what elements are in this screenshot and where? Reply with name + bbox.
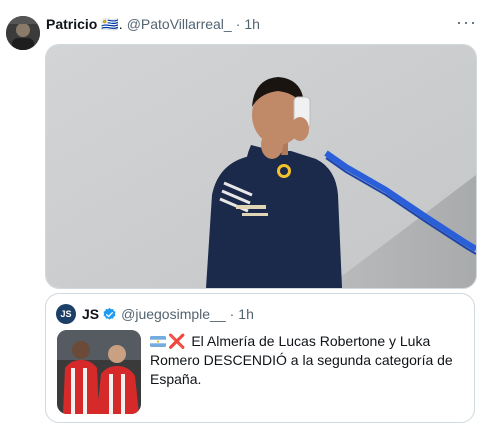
quoted-header-separator: · — [229, 306, 235, 322]
quoted-author-handle[interactable]: @juegosimple__ — [121, 306, 226, 322]
quoted-tweet-header: JS @juegosimple__ · 1h — [82, 304, 254, 324]
verified-badge-icon — [102, 307, 117, 322]
argentina-flag-icon — [150, 333, 166, 347]
tweet-media-photo[interactable] — [45, 44, 477, 289]
header-separator: · — [235, 16, 241, 32]
quoted-author-avatar[interactable]: JS — [56, 304, 76, 324]
author-name-flag: 🇺🇾. — [101, 15, 123, 32]
quoted-tweet-timestamp[interactable]: 1h — [238, 306, 254, 322]
cross-mark-icon: ❌ — [168, 333, 186, 349]
more-icon[interactable]: ··· — [456, 12, 477, 33]
quoted-tweet[interactable]: JS JS @juegosimple__ · 1h ❌ El Almería d… — [45, 293, 475, 423]
author-avatar[interactable] — [6, 16, 40, 50]
author-handle[interactable]: @PatoVillarreal_ — [127, 16, 232, 32]
quoted-author-name[interactable]: JS — [82, 306, 99, 322]
quoted-tweet-text: ❌ El Almería de Lucas Robertone y Luka R… — [150, 332, 468, 389]
quoted-tweet-body: El Almería de Lucas Robertone y Luka Rom… — [150, 333, 453, 387]
quoted-tweet-thumbnail[interactable] — [57, 330, 141, 414]
tweet-timestamp[interactable]: 1h — [244, 16, 260, 32]
tweet[interactable]: Patricio 🇺🇾. @PatoVillarreal_ · 1h ··· J… — [0, 0, 493, 430]
author-name[interactable]: Patricio — [46, 16, 97, 32]
tweet-header: Patricio 🇺🇾. @PatoVillarreal_ · 1h — [46, 14, 260, 34]
